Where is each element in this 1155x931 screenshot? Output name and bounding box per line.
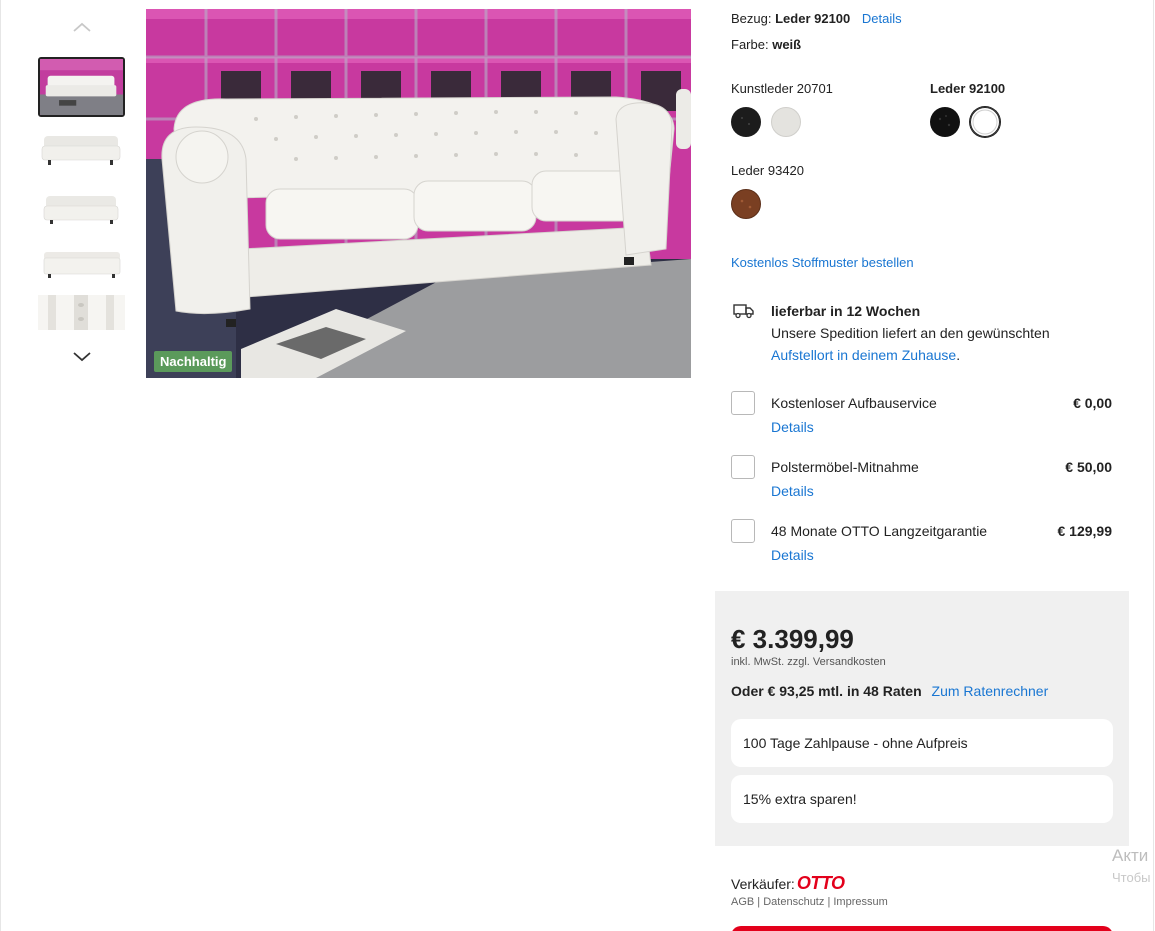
service-price-garantie: € 129,99	[1057, 523, 1113, 539]
page-border-right	[1153, 0, 1154, 931]
activation-watermark-line1: Акти	[1112, 846, 1149, 865]
datenschutz-link[interactable]: Datenschutz	[763, 896, 824, 908]
service-details-link-mitnahme[interactable]: Details	[771, 483, 814, 499]
service-label-aufbau: Kostenloser Aufbauservice	[771, 395, 937, 411]
rate-text: Oder € 93,25 mtl. in 48 Raten	[731, 683, 922, 699]
delivery-link-line: Aufstellort in deinem Zuhause.	[771, 347, 960, 363]
main-product-image[interactable]: Nachhaltig	[146, 9, 691, 378]
service-label-mitnahme: Polstermöbel-Mitnahme	[771, 459, 919, 475]
service-label-garantie: 48 Monate OTTO Langzeitgarantie	[771, 523, 988, 539]
activation-watermark-line2: Чтобы	[1112, 870, 1151, 885]
delivery-text: Unsere Spedition liefert an den gewünsch…	[771, 325, 1050, 341]
rate-line: Oder € 93,25 mtl. in 48 Raten Zum Ratenr…	[731, 683, 1048, 699]
rate-calculator-link[interactable]: Zum Ratenrechner	[932, 683, 1049, 699]
promo-zahlpause[interactable]: 100 Tage Zahlpause - ohne Aufpreis	[731, 719, 1113, 767]
swatch-kunstleder-black[interactable]	[731, 107, 761, 137]
bezug-label: Bezug:	[731, 11, 772, 26]
service-details-link-garantie[interactable]: Details	[771, 547, 814, 563]
delivery-suffix: .	[956, 347, 961, 363]
service-details-link-aufbau[interactable]: Details	[771, 419, 814, 435]
delivery-location-link[interactable]: Aufstellort in deinem Zuhause	[771, 347, 956, 363]
delivery-title: lieferbar in 12 Wochen	[771, 303, 921, 319]
promo-extra-sparen[interactable]: 15% extra sparen!	[731, 775, 1113, 823]
legal-separator: |	[757, 896, 761, 908]
otto-logo[interactable]: OTTO	[797, 873, 845, 894]
material-bezug-line: Bezug: Leder 92100 Details	[731, 11, 902, 26]
shipping-costs-link[interactable]: Versandkosten	[813, 656, 886, 668]
service-checkbox-aufbau[interactable]	[731, 391, 755, 415]
swatch-group-label-leder-93420: Leder 93420	[731, 163, 805, 178]
thumbnail-1[interactable]	[38, 57, 125, 117]
price-vat-line: inkl. MwSt. zzgl. Versandkosten	[731, 656, 886, 668]
swatch-leder-brown[interactable]	[731, 189, 761, 219]
farbe-label: Farbe:	[731, 37, 769, 52]
truck-icon	[733, 303, 755, 324]
sustainable-badge: Nachhaltig	[154, 351, 233, 372]
legal-links: AGB | Datenschutz | Impressum	[731, 896, 888, 908]
add-to-cart-button[interactable]	[731, 926, 1113, 931]
swatch-group-label-kunstleder: Kunstleder 20701	[731, 81, 833, 96]
bezug-value: Leder 92100	[775, 11, 851, 26]
service-checkbox-garantie[interactable]	[731, 519, 755, 543]
thumbnail-2[interactable]	[38, 124, 125, 174]
service-price-aufbau: € 0,00	[1073, 395, 1112, 411]
page-border-left	[0, 0, 1, 931]
impressum-link[interactable]: Impressum	[833, 896, 887, 908]
farbe-value: weiß	[772, 37, 802, 52]
agb-link[interactable]: AGB	[731, 896, 754, 908]
seller-line: Verkäufer: OTTO	[731, 873, 845, 894]
thumbnail-5[interactable]	[38, 295, 125, 330]
material-farbe-line: Farbe: weiß	[731, 37, 801, 52]
service-checkbox-mitnahme[interactable]	[731, 455, 755, 479]
material-details-link[interactable]: Details	[862, 11, 902, 26]
fabric-sample-link[interactable]: Kostenlos Stoffmuster bestellen	[731, 255, 914, 270]
swatch-kunstleder-light[interactable]	[771, 107, 801, 137]
thumbnail-4[interactable]	[38, 244, 125, 284]
vat-text: inkl. MwSt. zzgl.	[731, 656, 810, 668]
price-main: € 3.399,99	[731, 624, 854, 654]
swatch-leder-white-selected[interactable]	[970, 107, 1000, 137]
swatch-group-label-leder-92100: Leder 92100	[930, 81, 1006, 96]
service-price-mitnahme: € 50,00	[1065, 459, 1112, 475]
seller-label: Verkäufer:	[731, 875, 795, 892]
chevron-up-icon[interactable]	[70, 18, 94, 36]
thumbnail-3[interactable]	[38, 186, 125, 232]
legal-separator: |	[827, 896, 831, 908]
swatch-leder-black[interactable]	[930, 107, 960, 137]
chevron-down-icon[interactable]	[70, 348, 94, 366]
